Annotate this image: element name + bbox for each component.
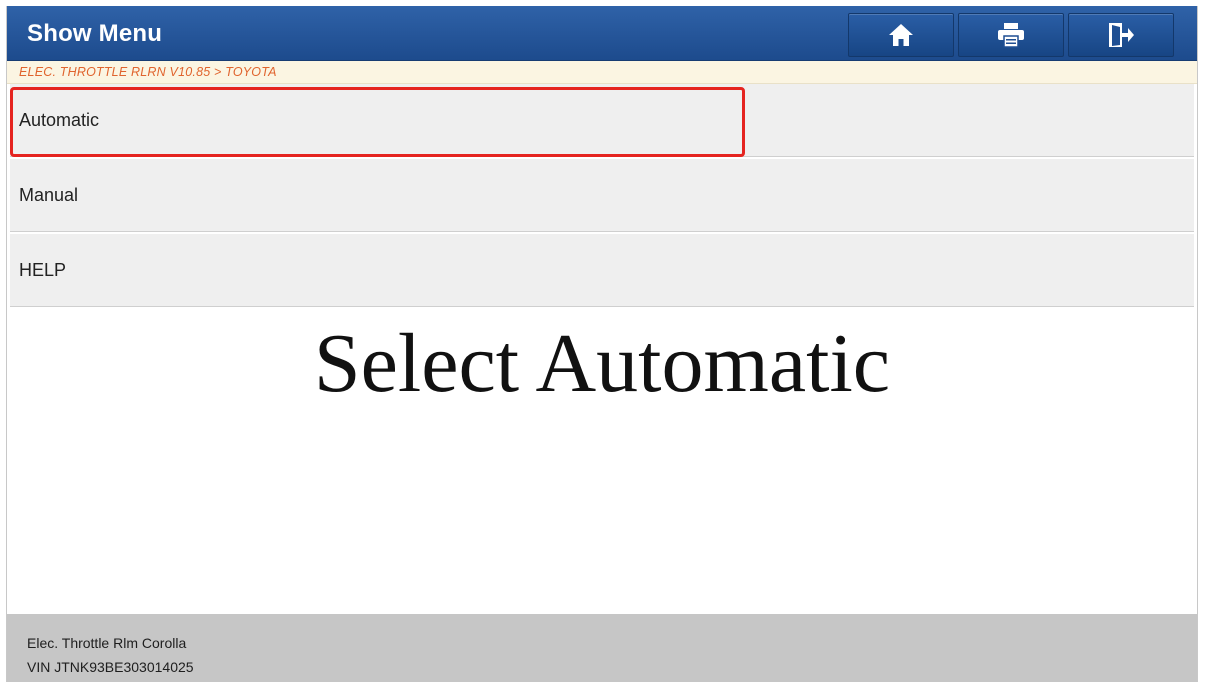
instruction-caption: Select Automatic: [313, 317, 891, 410]
menu-item-label: Manual: [19, 185, 79, 205]
status-footer: Elec. Throttle Rlm Corolla VIN JTNK93BE3…: [7, 614, 1197, 682]
home-button[interactable]: [848, 13, 954, 57]
menu-item-help[interactable]: HELP: [10, 234, 1194, 307]
app-window: Show Menu ELEC. THROTTLE RLRN V10.85 > T…: [6, 6, 1198, 682]
page-title: Show Menu: [27, 20, 163, 47]
title-bar: Show Menu: [7, 6, 1197, 61]
menu-item-label: HELP: [19, 260, 67, 280]
exit-button[interactable]: [1068, 13, 1174, 57]
vehicle-name: Elec. Throttle Rlm Corolla: [27, 635, 187, 651]
print-button[interactable]: [958, 13, 1064, 57]
menu-item-manual[interactable]: Manual: [10, 159, 1194, 232]
vin-text: VIN JTNK93BE303014025: [27, 659, 194, 675]
exit-icon: [1107, 22, 1135, 48]
breadcrumb-text: ELEC. THROTTLE RLRN V10.85 > TOYOTA: [19, 65, 277, 79]
home-icon: [888, 23, 914, 47]
menu-item-label: Automatic: [19, 110, 100, 130]
breadcrumb: ELEC. THROTTLE RLRN V10.85 > TOYOTA: [7, 61, 1197, 84]
menu-item-automatic[interactable]: Automatic: [10, 84, 1194, 157]
printer-icon: [997, 22, 1025, 48]
